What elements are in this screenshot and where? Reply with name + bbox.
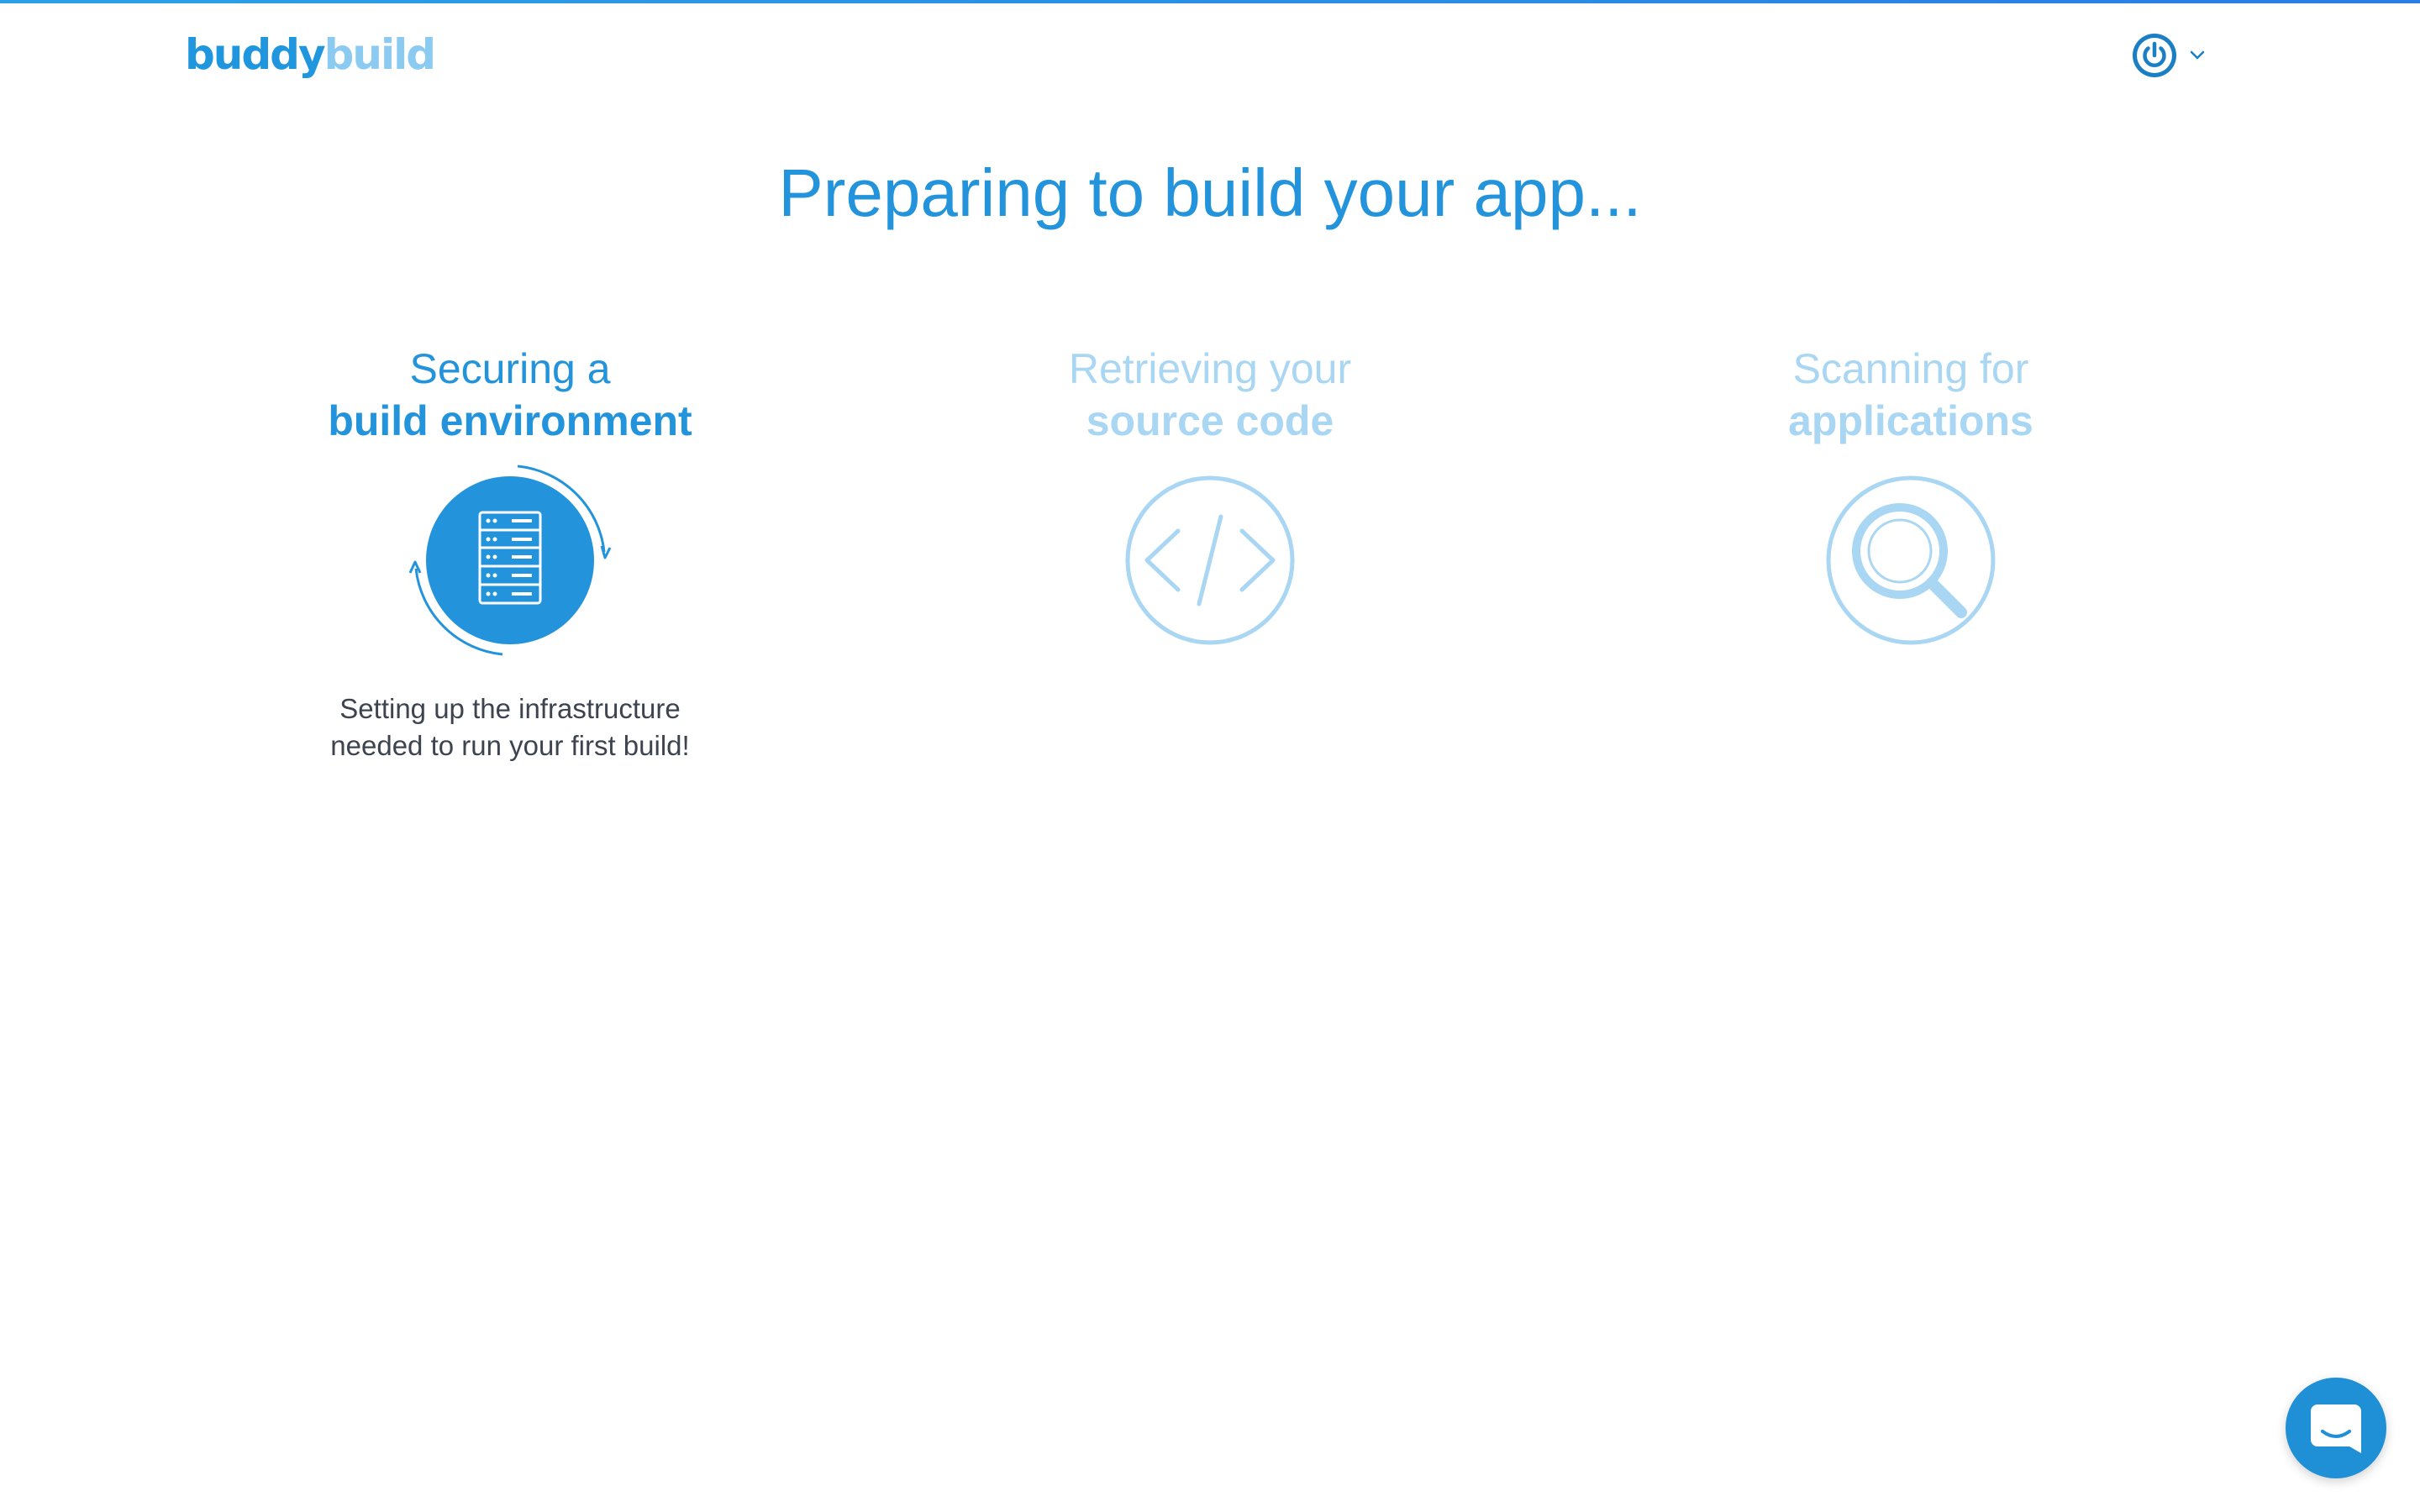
step-title-line2: build environment [328,397,692,444]
step-description-line1: Setting up the infrastructure [339,693,681,724]
chat-launcher-button[interactable] [2286,1378,2386,1478]
magnifier-icon [1826,475,1996,645]
step-title-line2: applications [1788,397,2033,444]
step-title-line1: Scanning for [1792,345,2029,392]
step-title: Retrieving your source code [891,343,1529,447]
step-icon-container [1092,447,1328,674]
step-description: Setting up the infrastructure needed to … [191,690,829,764]
step-title-line2: source code [1086,397,1334,444]
step-retrieve-source-code: Retrieving your source code [891,343,1529,674]
server-rack-icon [408,465,612,656]
step-title-line1: Securing a [409,345,611,392]
page-headline: Preparing to build your app... [778,155,1642,230]
step-description-line2: needed to run your first build! [330,730,690,761]
step-secure-build-environment: Securing a build environment Setting up … [191,343,829,764]
chevron-down-icon[interactable] [2190,50,2205,60]
buddybuild-logo[interactable]: buddybuild [185,25,436,84]
step-scan-applications: Scanning for applications [1591,343,2230,674]
step-icon-container [392,447,628,674]
power-icon[interactable] [2131,32,2178,79]
code-brackets-icon [1125,475,1295,645]
user-menu[interactable] [2131,32,2215,79]
step-title-line1: Retrieving your [1068,345,1352,392]
step-icon-container [1793,447,2028,674]
top-accent-bar [0,0,2420,3]
step-title: Securing a build environment [191,343,829,447]
logo-part-buddy: buddy [185,30,326,79]
step-title: Scanning for applications [1591,343,2230,447]
logo-part-build: build [324,30,436,79]
